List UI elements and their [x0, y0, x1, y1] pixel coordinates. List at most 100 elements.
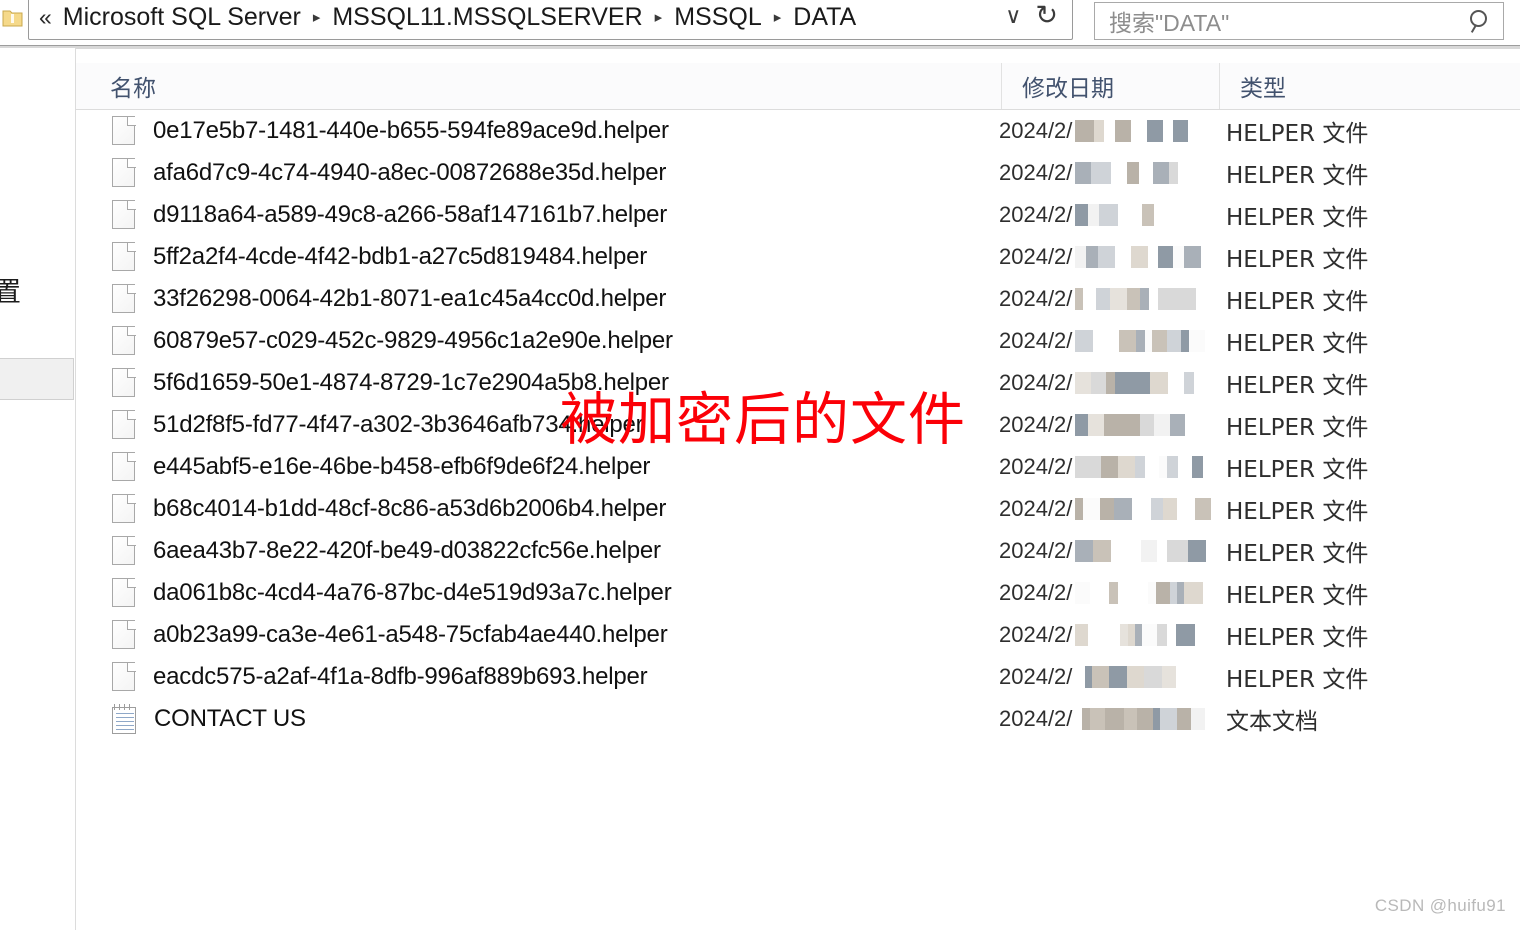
file-row[interactable]: d9118a64-a589-49c8-a266-58af147161b7.hel…	[76, 194, 1520, 236]
column-header-date-modified[interactable]: 修改日期	[1001, 63, 1114, 109]
file-type-cell: HELPER 文件	[1226, 415, 1369, 441]
file-type-cell: HELPER 文件	[1226, 163, 1369, 189]
file-date-cell: 2024/2/	[999, 278, 1197, 320]
file-icon	[112, 116, 137, 146]
file-date-cell: 2024/2/	[999, 488, 1212, 530]
file-name-label: da061b8c-4cd4-4a76-87bc-d4e519d93a7c.hel…	[153, 579, 672, 606]
file-date-cell: 2024/2/	[999, 698, 1218, 740]
file-date-label: 2024/2/	[999, 370, 1073, 395]
refresh-icon[interactable]: ↻	[1035, 0, 1072, 31]
file-row[interactable]: 60879e57-c029-452c-9829-4956c1a2e90e.hel…	[76, 320, 1520, 362]
file-name-cell[interactable]: b68c4014-b1dd-48cf-8c86-a53d6b2006b4.hel…	[112, 488, 666, 530]
file-name-cell[interactable]: d9118a64-a589-49c8-a266-58af147161b7.hel…	[112, 194, 667, 236]
breadcrumb-item-3[interactable]: DATA	[790, 3, 859, 32]
file-name-cell[interactable]: 33f26298-0064-42b1-8071-ea1c45a4cc0d.hel…	[112, 278, 666, 320]
file-name-cell[interactable]: a0b23a99-ca3e-4e61-a548-75cfab4ae440.hel…	[112, 614, 668, 656]
breadcrumb-separator-icon[interactable]: ▸	[304, 8, 330, 26]
redaction-mosaic	[1075, 582, 1204, 604]
chevron-down-icon[interactable]: ∨	[1005, 3, 1035, 29]
file-date-label: 2024/2/	[999, 202, 1073, 227]
file-date-label: 2024/2/	[999, 496, 1073, 521]
search-icon[interactable]	[1467, 8, 1493, 34]
file-icon	[112, 242, 137, 272]
file-name-label: b68c4014-b1dd-48cf-8c86-a53d6b2006b4.hel…	[153, 495, 667, 522]
file-type-cell: HELPER 文件	[1226, 331, 1369, 357]
file-name-cell[interactable]: eacdc575-a2af-4f1a-8dfb-996af889b693.hel…	[112, 656, 648, 698]
file-row[interactable]: 33f26298-0064-42b1-8071-ea1c45a4cc0d.hel…	[76, 278, 1520, 320]
file-row[interactable]: b68c4014-b1dd-48cf-8c86-a53d6b2006b4.hel…	[76, 488, 1520, 530]
column-header-type[interactable]: 类型	[1219, 63, 1286, 109]
redaction-mosaic	[1075, 288, 1197, 310]
file-date-label: 2024/2/	[999, 160, 1073, 185]
file-name-label: a0b23a99-ca3e-4e61-a548-75cfab4ae440.hel…	[153, 621, 668, 648]
file-row[interactable]: a0b23a99-ca3e-4e61-a548-75cfab4ae440.hel…	[76, 614, 1520, 656]
search-input[interactable]: 搜索"DATA"	[1094, 2, 1504, 40]
file-date-cell: 2024/2/	[999, 530, 1207, 572]
file-name-cell[interactable]: 6aea43b7-8e22-420f-be49-d03822cfc56e.hel…	[112, 530, 661, 572]
file-name-label: 6aea43b7-8e22-420f-be49-d03822cfc56e.hel…	[153, 537, 661, 564]
file-date-cell: 2024/2/	[999, 362, 1195, 404]
redaction-mosaic	[1075, 498, 1212, 520]
file-icon	[112, 578, 137, 608]
file-type-cell: HELPER 文件	[1226, 289, 1369, 315]
file-type-cell: HELPER 文件	[1226, 373, 1369, 399]
navigation-pane-item[interactable]	[0, 358, 74, 400]
file-date-label: 2024/2/	[999, 580, 1073, 605]
redaction-mosaic	[1075, 456, 1211, 478]
file-name-label: CONTACT US	[154, 705, 306, 732]
file-name-label: 33f26298-0064-42b1-8071-ea1c45a4cc0d.hel…	[153, 285, 667, 312]
notepad-icon	[112, 703, 138, 735]
file-name-cell[interactable]: 0e17e5b7-1481-440e-b655-594fe89ace9d.hel…	[112, 110, 669, 152]
file-name-cell[interactable]: afa6d7c9-4c74-4940-a8ec-00872688e35d.hel…	[112, 152, 666, 194]
file-icon	[112, 158, 137, 188]
breadcrumb-item-1[interactable]: MSSQL11.MSSQLSERVER	[329, 3, 645, 32]
breadcrumb-item-0[interactable]: Microsoft SQL Server	[60, 3, 304, 32]
file-date-cell: 2024/2/	[999, 572, 1204, 614]
file-date-label: 2024/2/	[999, 118, 1073, 143]
file-name-label: 5ff2a2f4-4cde-4f42-bdb1-a27c5d819484.hel…	[153, 243, 648, 270]
file-date-cell: 2024/2/	[999, 656, 1187, 698]
breadcrumb-separator-icon[interactable]: ▸	[765, 8, 791, 26]
file-name-cell[interactable]: CONTACT US	[112, 698, 306, 740]
file-row[interactable]: eacdc575-a2af-4f1a-8dfb-996af889b693.hel…	[76, 656, 1520, 698]
file-row[interactable]: afa6d7c9-4c74-4940-a8ec-00872688e35d.hel…	[76, 152, 1520, 194]
file-date-label: 2024/2/	[999, 244, 1073, 269]
file-icon	[112, 368, 137, 398]
redaction-mosaic	[1075, 162, 1192, 184]
file-date-label: 2024/2/	[999, 454, 1073, 479]
breadcrumb[interactable]: « Microsoft SQL Server ▸ MSSQL11.MSSQLSE…	[28, 0, 1073, 40]
file-icon	[112, 200, 137, 230]
navigation-pane-label[interactable]: 置	[0, 270, 21, 309]
file-type-cell: HELPER 文件	[1226, 667, 1369, 693]
file-name-cell[interactable]: 60879e57-c029-452c-9829-4956c1a2e90e.hel…	[112, 320, 673, 362]
breadcrumb-item-2[interactable]: MSSQL	[671, 3, 765, 32]
file-row[interactable]: CONTACT US 2024/2/文本文档	[76, 698, 1520, 740]
file-name-label: e445abf5-e16e-46be-b458-efb6f9de6f24.hel…	[153, 453, 651, 480]
file-type-cell: HELPER 文件	[1226, 205, 1369, 231]
file-date-cell: 2024/2/	[999, 614, 1196, 656]
file-icon	[112, 284, 137, 314]
breadcrumb-collapse-icon[interactable]: «	[37, 6, 60, 29]
file-icon	[112, 326, 137, 356]
file-name-cell[interactable]: 5ff2a2f4-4cde-4f42-bdb1-a27c5d819484.hel…	[112, 236, 647, 278]
file-row[interactable]: da061b8c-4cd4-4a76-87bc-d4e519d93a7c.hel…	[76, 572, 1520, 614]
file-date-label: 2024/2/	[999, 706, 1073, 731]
address-bar-divider	[0, 45, 1520, 49]
file-date-cell: 2024/2/	[999, 404, 1186, 446]
file-name-cell[interactable]: da061b8c-4cd4-4a76-87bc-d4e519d93a7c.hel…	[112, 572, 672, 614]
file-row[interactable]: 5ff2a2f4-4cde-4f42-bdb1-a27c5d819484.hel…	[76, 236, 1520, 278]
file-date-cell: 2024/2/	[999, 446, 1211, 488]
column-header-name[interactable]: 名称	[110, 63, 156, 109]
file-date-label: 2024/2/	[999, 328, 1073, 353]
file-row[interactable]: 0e17e5b7-1481-440e-b655-594fe89ace9d.hel…	[76, 110, 1520, 152]
file-icon	[112, 452, 137, 482]
file-row[interactable]: 6aea43b7-8e22-420f-be49-d03822cfc56e.hel…	[76, 530, 1520, 572]
redaction-mosaic	[1075, 330, 1206, 352]
breadcrumb-separator-icon[interactable]: ▸	[646, 8, 672, 26]
file-date-cell: 2024/2/	[999, 236, 1202, 278]
file-name-label: 0e17e5b7-1481-440e-b655-594fe89ace9d.hel…	[153, 117, 669, 144]
file-date-label: 2024/2/	[999, 664, 1073, 689]
file-type-cell: 文本文档	[1226, 709, 1318, 735]
redaction-mosaic	[1075, 120, 1189, 142]
file-date-label: 2024/2/	[999, 538, 1073, 563]
